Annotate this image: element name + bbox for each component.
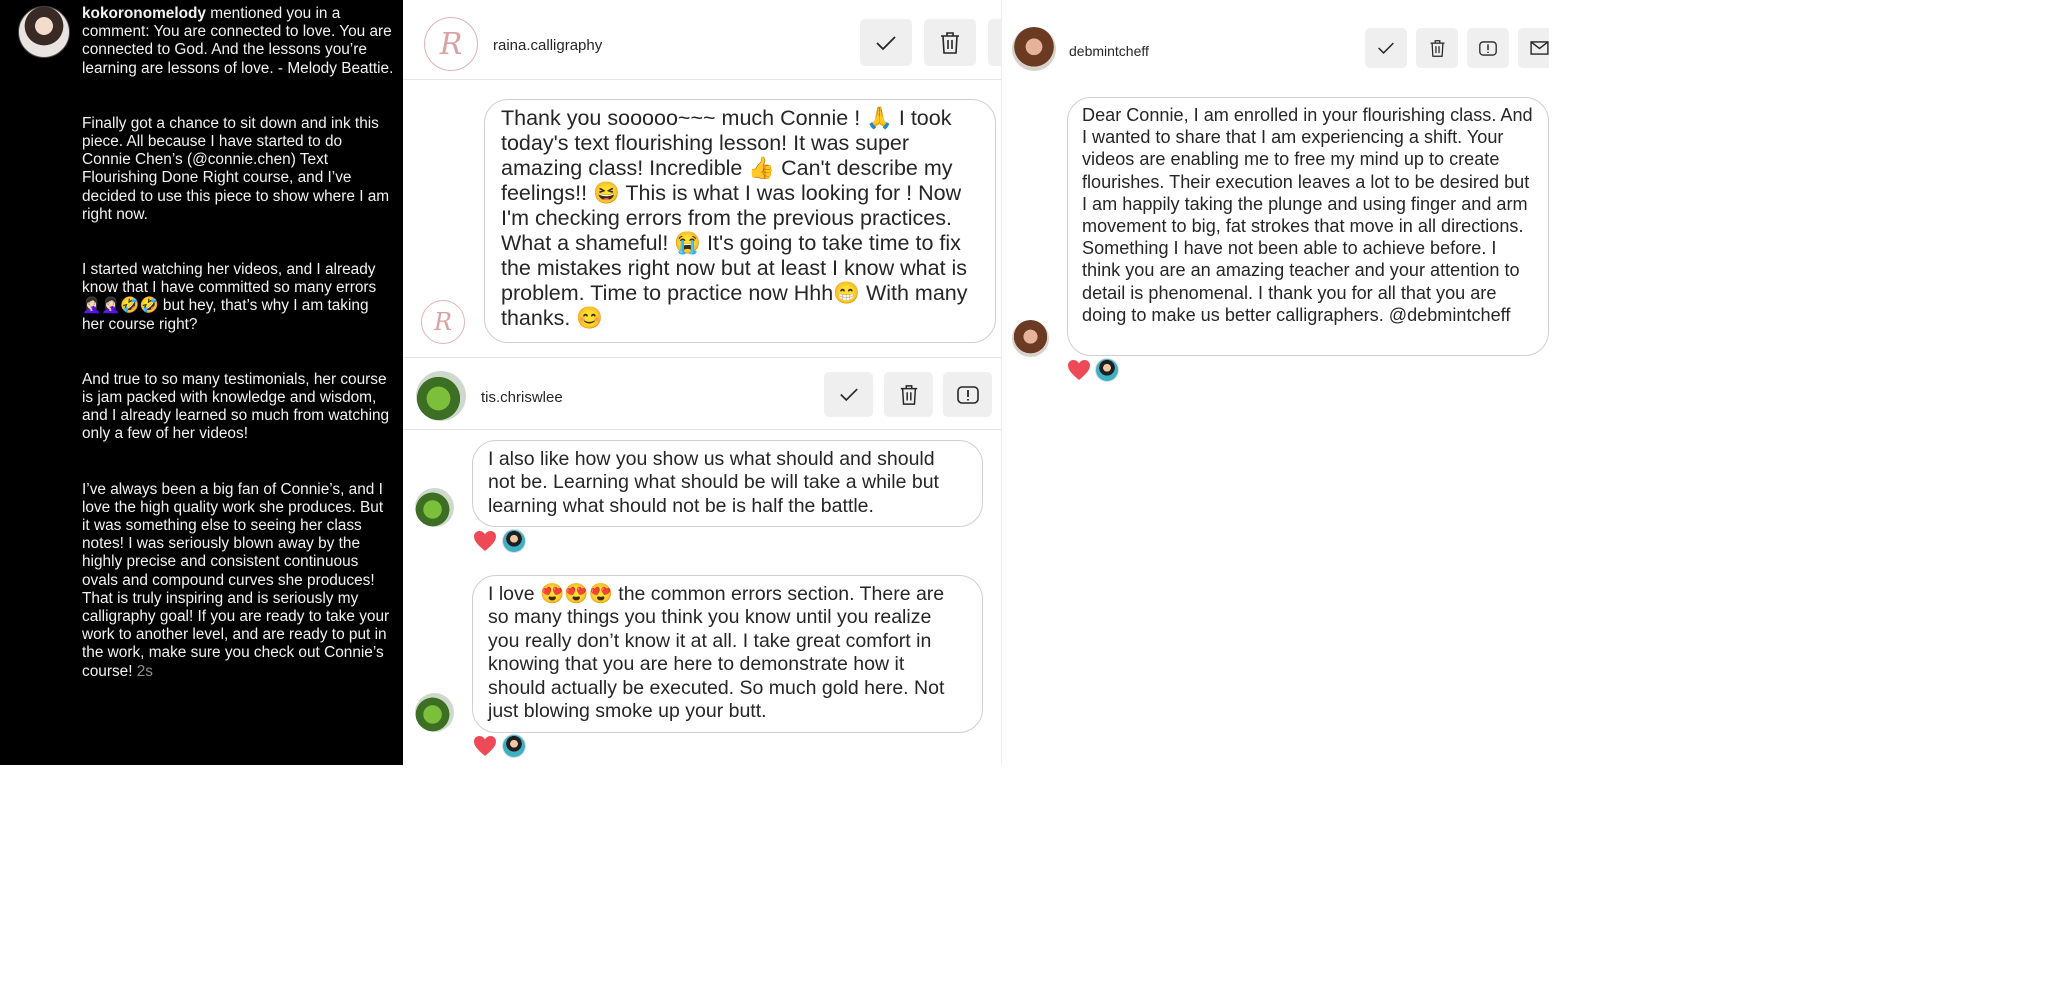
liker-avatar[interactable] (1095, 358, 1119, 382)
tis-avatar[interactable] (416, 371, 466, 421)
approve-button[interactable] (1365, 28, 1407, 68)
section-divider (403, 357, 1001, 358)
deb-username[interactable]: debmintcheff (1069, 43, 1149, 59)
raina-monogram: R (439, 26, 463, 62)
mention-line: kokoronomelody mentioned you in a commen… (82, 5, 394, 78)
approve-button[interactable] (824, 372, 873, 417)
paragraph-4: I’ve always been a big fan of Connie’s, … (82, 481, 394, 681)
deb-avatar[interactable] (1012, 27, 1056, 71)
raina-comment-monogram: R (433, 308, 453, 336)
delete-button[interactable] (884, 372, 933, 417)
paragraph-3: And true to so many testimonials, her co… (82, 370, 390, 443)
column-divider (1001, 0, 1002, 765)
liker-avatar[interactable] (502, 529, 526, 553)
message-envelope-icon (1530, 41, 1549, 55)
like-heart-icon[interactable] (473, 735, 497, 757)
raina-comment-bubble: Thank you sooooo~~~ much Connie ! 🙏 I to… (484, 99, 996, 343)
like-heart-icon[interactable] (473, 530, 497, 552)
approve-check-icon (1378, 42, 1394, 54)
report-button[interactable] (943, 372, 992, 417)
tis-comment-avatar[interactable] (415, 488, 454, 527)
mention-username[interactable]: kokoronomelody (82, 5, 206, 22)
header-divider (403, 79, 1001, 80)
paragraph-1: Finally got a chance to sit down and ink… (82, 114, 390, 223)
deb-comment-bubble: Dear Connie, I am enrolled in your flour… (1067, 97, 1549, 356)
tis-comment-bubble-1: I also like how you show us what should … (472, 440, 983, 527)
raina-avatar[interactable]: R (424, 17, 478, 71)
raina-username[interactable]: raina.calligraphy (493, 37, 602, 54)
header-divider (403, 429, 1001, 430)
raina-comment-avatar[interactable]: R (421, 300, 465, 344)
report-button[interactable] (1467, 28, 1509, 68)
deb-comment-avatar[interactable] (1012, 320, 1049, 357)
delete-trash-icon (900, 384, 917, 405)
tis-username[interactable]: tis.chriswlee (481, 389, 563, 406)
delete-button[interactable] (1416, 28, 1458, 68)
approve-button[interactable] (860, 19, 912, 66)
report-exclamation-icon (1479, 40, 1497, 56)
kokoronomelody-avatar[interactable] (18, 6, 70, 58)
paragraph-2: I started watching her videos, and I alr… (82, 261, 377, 333)
delete-trash-icon (941, 31, 959, 54)
liker-avatar[interactable] (502, 734, 526, 758)
timestamp: 2s (136, 662, 154, 680)
report-exclamation-icon (956, 385, 979, 404)
tis-comment-bubble-2: I love 😍😍😍 the common errors section. Th… (472, 575, 983, 733)
approve-check-icon (839, 388, 858, 402)
notification-text: kokoronomelody mentioned you in a commen… (82, 5, 394, 718)
left-notification-panel: kokoronomelody mentioned you in a commen… (0, 0, 403, 765)
paragraph-4-text: I’ve always been a big fan of Connie’s, … (82, 480, 390, 680)
tis-comment-avatar[interactable] (415, 693, 454, 732)
approve-check-icon (876, 35, 896, 50)
like-heart-icon[interactable] (1067, 359, 1091, 381)
report-button-partial[interactable] (988, 19, 1001, 66)
delete-button[interactable] (924, 19, 976, 66)
delete-trash-icon (1430, 39, 1444, 57)
message-button[interactable] (1518, 28, 1549, 68)
